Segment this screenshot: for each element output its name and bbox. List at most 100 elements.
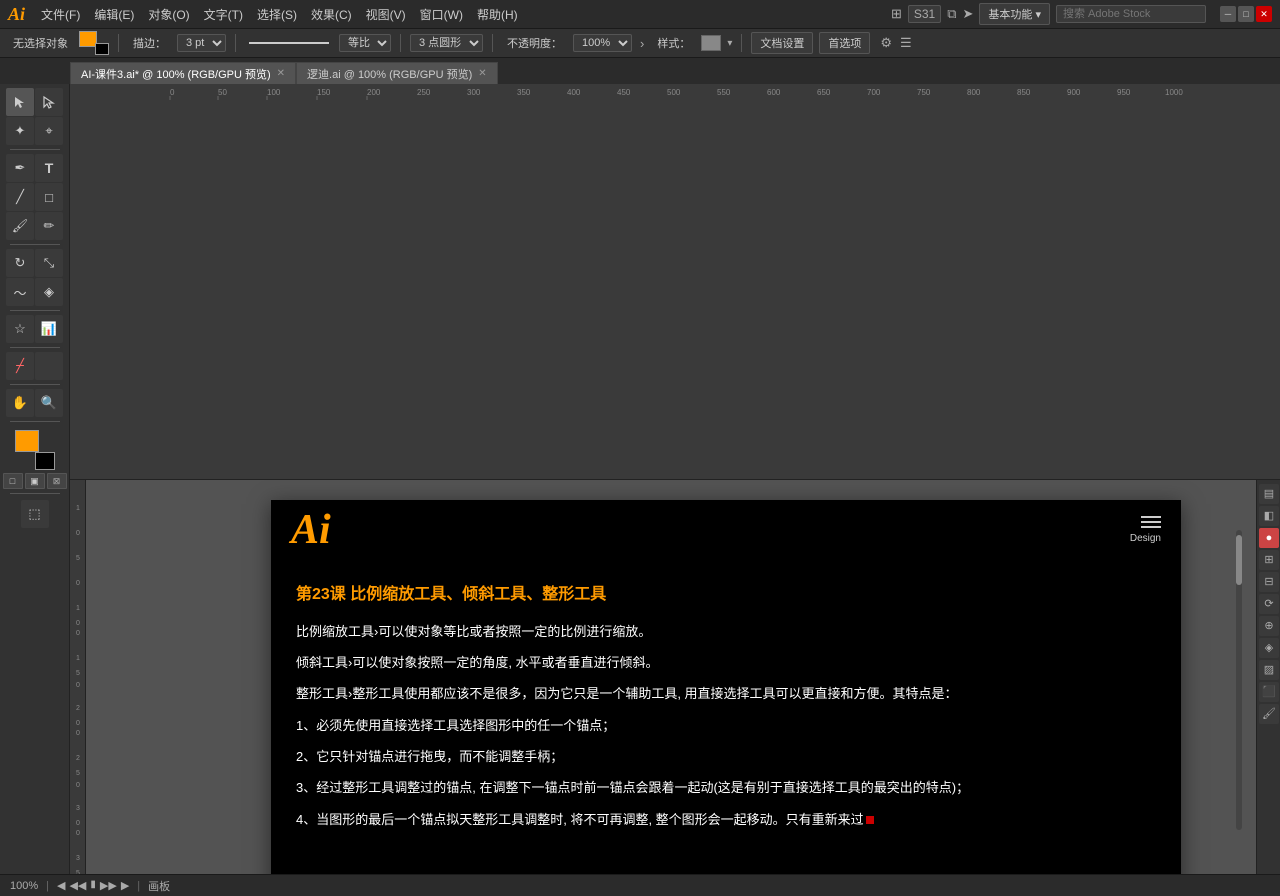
symbol-tool[interactable]: ☆ bbox=[6, 315, 34, 343]
tab-logdi-close[interactable]: ✕ bbox=[478, 68, 486, 79]
svg-text:0: 0 bbox=[76, 830, 80, 837]
menu-line-3 bbox=[1141, 526, 1161, 528]
document-para-1: 倾斜工具›可以使对象按照一定的角度, 水平或者垂直进行倾斜。 bbox=[296, 651, 1156, 674]
rotate-tool[interactable]: ↻ bbox=[6, 249, 34, 277]
doc-setup-button[interactable]: 文档设置 bbox=[751, 32, 813, 54]
pencil-tool[interactable]: ✏ bbox=[35, 212, 63, 240]
zoom-tool[interactable]: 🔍 bbox=[35, 389, 63, 417]
brush-tool[interactable]: 🖌 bbox=[6, 212, 34, 240]
menu-edit[interactable]: 编辑(E) bbox=[88, 4, 140, 25]
hand-tool[interactable]: ✋ bbox=[6, 389, 34, 417]
libraries-panel-btn[interactable]: ◧ bbox=[1259, 506, 1279, 526]
menu-select[interactable]: 选择(S) bbox=[251, 4, 303, 25]
stock-search-input[interactable] bbox=[1056, 5, 1206, 23]
preferences-button[interactable]: 首选项 bbox=[819, 32, 870, 54]
direct-selection-tool[interactable] bbox=[35, 88, 63, 116]
menu-window[interactable]: 窗口(W) bbox=[414, 4, 469, 25]
properties-panel-btn[interactable]: ▤ bbox=[1259, 484, 1279, 504]
menu-view[interactable]: 视图(V) bbox=[360, 4, 412, 25]
document-menu-icon[interactable]: Design bbox=[1130, 516, 1161, 544]
tab-ai-course[interactable]: AI-课件3.ai* @ 100% (RGB/GPU 预览) ✕ bbox=[70, 62, 296, 84]
tab-ai-course-close[interactable]: ✕ bbox=[277, 68, 285, 79]
rect-tool[interactable]: □ bbox=[35, 183, 63, 211]
nav-first-btn[interactable]: ◀◀ bbox=[69, 879, 86, 892]
svg-text:250: 250 bbox=[417, 88, 431, 97]
minimize-button[interactable]: ─ bbox=[1220, 6, 1236, 22]
align-panel-btn[interactable]: ⊟ bbox=[1259, 572, 1279, 592]
nav-next-btn[interactable]: ▶▶ bbox=[100, 879, 117, 892]
document-content: 第23课 比例缩放工具、倾斜工具、整形工具 比例缩放工具›可以使对象等比或者按照… bbox=[271, 560, 1181, 860]
menu-text[interactable]: 文字(T) bbox=[198, 4, 249, 25]
warp-tool[interactable]: 〜 bbox=[6, 278, 34, 306]
svg-text:700: 700 bbox=[867, 88, 881, 97]
stroke-label: 描边： bbox=[128, 33, 171, 53]
pathfinder-panel-btn[interactable]: ⊕ bbox=[1259, 616, 1279, 636]
layers-panel-btn[interactable]: ⊞ bbox=[1259, 550, 1279, 570]
status-divider-2: | bbox=[137, 880, 140, 892]
color-panel-btn[interactable]: ● bbox=[1259, 528, 1279, 548]
tab-logdi[interactable]: 逻迪.ai @ 100% (RGB/GPU 预览) ✕ bbox=[296, 62, 498, 84]
slice-tool[interactable] bbox=[35, 352, 63, 380]
graph-tool[interactable]: 📊 bbox=[35, 315, 63, 343]
svg-text:2: 2 bbox=[76, 755, 80, 762]
style-arrow-icon[interactable]: ▾ bbox=[727, 38, 732, 49]
opacity-select[interactable]: 100% bbox=[573, 34, 632, 52]
line-tool[interactable]: ╱ bbox=[6, 183, 34, 211]
panels-toggle-icon[interactable]: ☰ bbox=[900, 35, 912, 51]
nav-prev-btn[interactable]: ◀ bbox=[57, 879, 65, 892]
gradient-panel-btn[interactable]: ▨ bbox=[1259, 660, 1279, 680]
document-header: Ai Design bbox=[271, 500, 1181, 560]
artboard-tool[interactable]: ╱ bbox=[6, 352, 34, 380]
toolbar-extra-icon[interactable]: ⚙ bbox=[880, 35, 892, 51]
s31-icon[interactable]: S31 bbox=[908, 5, 941, 23]
svg-text:400: 400 bbox=[567, 88, 581, 97]
svg-text:0: 0 bbox=[76, 782, 80, 789]
appearance-panel-btn[interactable]: ◈ bbox=[1259, 638, 1279, 658]
menu-effect[interactable]: 效果(C) bbox=[305, 4, 358, 25]
svg-text:100: 100 bbox=[267, 88, 281, 97]
menu-help[interactable]: 帮助(H) bbox=[471, 4, 524, 25]
canvas-scroll-area[interactable]: Ai Design 第23课 比例缩放工具、倾斜工具、整形工具 比例缩放工具›可… bbox=[86, 480, 1256, 875]
brush-panel-btn[interactable]: 🖌 bbox=[1259, 704, 1279, 724]
fill-color-swatch[interactable] bbox=[15, 430, 39, 452]
maximize-button[interactable]: □ bbox=[1238, 6, 1254, 22]
vertical-scrollbar-track[interactable] bbox=[1236, 530, 1242, 830]
arrange-icon[interactable]: ⊞ bbox=[891, 6, 902, 22]
vertical-scrollbar-thumb[interactable] bbox=[1236, 535, 1242, 585]
gradient-indicator[interactable]: ▣ bbox=[25, 473, 45, 489]
document-menu-label: Design bbox=[1130, 533, 1161, 544]
stroke-color-swatch[interactable] bbox=[35, 452, 55, 470]
stroke-size-select[interactable]: 3 pt bbox=[177, 34, 226, 52]
lasso-tool[interactable]: ⌖ bbox=[35, 117, 63, 145]
pen-tool[interactable]: ✒ bbox=[6, 154, 34, 182]
selection-tool[interactable] bbox=[6, 88, 34, 116]
none-indicator[interactable]: □ bbox=[3, 473, 23, 489]
swatch-panel-btn[interactable]: ⬛ bbox=[1259, 682, 1279, 702]
opacity-arrow-icon[interactable]: › bbox=[640, 36, 644, 51]
nav-last-btn[interactable]: ▶ bbox=[121, 879, 129, 892]
scale-tool[interactable]: ⤡ bbox=[35, 249, 63, 277]
magic-wand-tool[interactable]: ✦ bbox=[6, 117, 34, 145]
pattern-indicator[interactable]: ⊠ bbox=[47, 473, 67, 489]
menu-object[interactable]: 对象(O) bbox=[142, 4, 195, 25]
points-type-select[interactable]: 3 点圆形 bbox=[410, 34, 483, 52]
status-divider-1: | bbox=[46, 880, 49, 892]
svg-text:550: 550 bbox=[717, 88, 731, 97]
stroke-type-select[interactable]: 等比 bbox=[339, 34, 391, 52]
type-tool[interactable]: T bbox=[35, 154, 63, 182]
workspace-button[interactable]: 基本功能 ▾ bbox=[979, 3, 1050, 25]
menu-bar-right: ⊞ S31 ⧉ ➤ 基本功能 ▾ ─ □ ✕ bbox=[891, 3, 1272, 25]
transform-panel-btn[interactable]: ⟳ bbox=[1259, 594, 1279, 614]
svg-text:750: 750 bbox=[917, 88, 931, 97]
left-toolbox: ✦ ⌖ ✒ T ╱ □ 🖌 ✏ ↻ ⤡ 〜 ◈ bbox=[0, 84, 70, 874]
blend-tool[interactable]: ◈ bbox=[35, 278, 63, 306]
fill-stroke-indicator[interactable] bbox=[79, 31, 109, 55]
send-icon[interactable]: ➤ bbox=[963, 6, 974, 22]
svg-text:200: 200 bbox=[367, 88, 381, 97]
close-button[interactable]: ✕ bbox=[1256, 6, 1272, 22]
svg-text:1: 1 bbox=[76, 605, 80, 612]
grid-layout-icon[interactable]: ⧉ bbox=[947, 6, 956, 22]
menu-file[interactable]: 文件(F) bbox=[35, 4, 86, 25]
style-swatch[interactable] bbox=[701, 35, 721, 51]
artboard-icon[interactable]: ⬚ bbox=[21, 500, 49, 528]
